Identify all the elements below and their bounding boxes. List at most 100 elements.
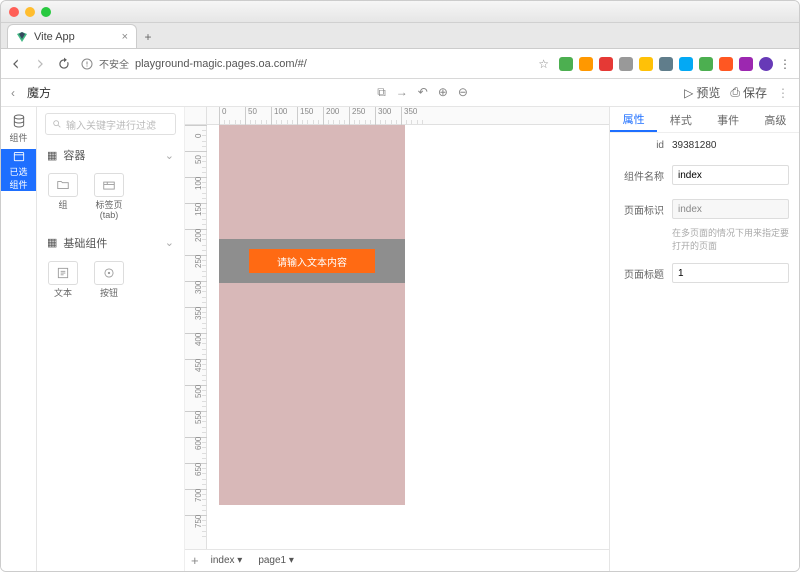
box-icon: [11, 149, 27, 163]
prop-id-label: id: [620, 140, 664, 151]
add-page-button[interactable]: +: [191, 553, 199, 568]
tab-events[interactable]: 事件: [705, 107, 752, 132]
close-window-button[interactable]: [9, 7, 19, 17]
tab-properties[interactable]: 属性: [610, 107, 657, 132]
extension-icon[interactable]: [619, 57, 633, 71]
nav-forward-icon[interactable]: [33, 57, 47, 71]
browser-menu-icon[interactable]: ⋮: [779, 57, 791, 71]
component-library: 输入关键字进行过滤 ▦ 容器 ⌄ 组 标签页 (tab) ▦ 基础组件: [37, 107, 185, 571]
rail-label: 已选 组件: [9, 165, 27, 191]
canvas-tools: ⧉ → ↶ ⊕ ⊖: [377, 85, 468, 100]
rail-selected[interactable]: 已选 组件: [1, 149, 36, 191]
extension-icon[interactable]: [719, 57, 733, 71]
canvas-area: 050100150200250300350 050100150200250300…: [185, 107, 609, 571]
folder-icon: [56, 178, 70, 192]
browser-tabbar: Vite App × +: [1, 23, 799, 49]
minimize-window-button[interactable]: [25, 7, 35, 17]
maximize-window-button[interactable]: [41, 7, 51, 17]
tool-zoomout-icon[interactable]: ⊖: [458, 85, 468, 100]
new-tab-button[interactable]: +: [137, 26, 159, 48]
prop-pagenum-label: 页面标题: [620, 266, 664, 281]
mac-titlebar: [1, 1, 799, 23]
group-header-container[interactable]: ▦ 容器 ⌄: [37, 141, 184, 169]
group-label: 基础组件: [63, 235, 107, 251]
extension-icon[interactable]: [579, 57, 593, 71]
properties-panel: 属性 样式 事件 高级 id 39381280 组件名称 页面标识 在多页面的情…: [609, 107, 799, 571]
tool-undo-icon[interactable]: ↶: [418, 85, 428, 100]
rail-label: 组件: [9, 131, 27, 144]
extension-icon[interactable]: [559, 57, 573, 71]
url-text: playground-magic.pages.oa.com/#/: [135, 58, 307, 70]
tab-title: Vite App: [34, 31, 75, 43]
vite-icon: [16, 31, 28, 43]
tool-forward-icon[interactable]: →: [396, 85, 408, 100]
ruler-corner: [185, 107, 207, 125]
vertical-ruler: 0501001502002503003504004505005506006507…: [185, 125, 207, 549]
text-component[interactable]: 请输入文本内容: [249, 249, 375, 273]
component-group[interactable]: 组: [43, 173, 83, 221]
tool-copy-icon[interactable]: ⧉: [377, 85, 386, 100]
prop-pagekey-label: 页面标识: [620, 202, 664, 217]
grid-icon: ▦: [47, 236, 57, 249]
container-block[interactable]: 请输入文本内容: [219, 239, 405, 283]
page-tab[interactable]: page1 ▾: [254, 553, 298, 568]
group-header-basic[interactable]: ▦ 基础组件 ⌄: [37, 229, 184, 257]
prop-name-input[interactable]: [672, 165, 789, 185]
prop-id-value: 39381280: [672, 140, 789, 151]
left-rail: 组件 已选 组件: [1, 107, 37, 571]
extension-icon[interactable]: [699, 57, 713, 71]
extension-icon[interactable]: [599, 57, 613, 71]
prop-pagekey-hint: 在多页面的情况下用来指定要打开的页面: [610, 226, 799, 256]
database-icon: [11, 113, 27, 129]
extension-icon[interactable]: [659, 57, 673, 71]
browser-tab[interactable]: Vite App ×: [7, 24, 137, 48]
props-tabs: 属性 样式 事件 高级: [610, 107, 799, 133]
tab-style[interactable]: 样式: [657, 107, 704, 132]
page-tab[interactable]: index ▾: [207, 553, 247, 568]
extension-icon[interactable]: [639, 57, 653, 71]
tabs-icon: [102, 178, 116, 192]
prop-pagenum-input[interactable]: [672, 263, 789, 283]
address-bar[interactable]: 不安全 playground-magic.pages.oa.com/#/: [81, 56, 528, 71]
component-button[interactable]: 按钮: [89, 261, 129, 299]
nav-back-icon[interactable]: [9, 57, 23, 71]
tool-zoomin-icon[interactable]: ⊕: [438, 85, 448, 100]
component-label: 组: [58, 201, 67, 211]
bookmark-icon[interactable]: ☆: [538, 57, 549, 71]
page-tabbar: + index ▾ page1 ▾: [185, 549, 609, 571]
component-text[interactable]: 文本: [43, 261, 83, 299]
component-label: 标签页 (tab): [95, 201, 122, 221]
prop-pagekey-input: [672, 199, 789, 219]
search-placeholder: 输入关键字进行过滤: [66, 117, 156, 132]
chevron-down-icon: ⌄: [165, 149, 174, 162]
device-frame[interactable]: 请输入文本内容: [219, 125, 405, 505]
component-label: 按钮: [100, 289, 118, 299]
text-icon: [56, 266, 70, 280]
text-placeholder: 请输入文本内容: [277, 254, 347, 269]
tab-close-icon[interactable]: ×: [122, 31, 128, 43]
button-icon: [102, 266, 116, 280]
group-label: 容器: [63, 147, 85, 163]
browser-urlbar: 不安全 playground-magic.pages.oa.com/#/ ☆ ⋮: [1, 49, 799, 79]
rail-components[interactable]: 组件: [1, 107, 36, 149]
security-label: 不安全: [99, 56, 129, 71]
app-back-icon[interactable]: ‹: [11, 86, 15, 100]
preview-button[interactable]: ▷ 预览: [684, 84, 720, 101]
tab-advanced[interactable]: 高级: [752, 107, 799, 132]
app-topbar: ‹ 魔方 ⧉ → ↶ ⊕ ⊖ ▷ 预览 ⎙ 保存 ⋮: [1, 79, 799, 107]
component-search[interactable]: 输入关键字进行过滤: [45, 113, 176, 135]
extension-icons: ⋮: [559, 57, 791, 71]
grid-icon: ▦: [47, 149, 57, 162]
search-icon: [52, 119, 62, 129]
extension-icon[interactable]: [739, 57, 753, 71]
chevron-down-icon: ⌄: [165, 236, 174, 249]
nav-reload-icon[interactable]: [57, 57, 71, 71]
horizontal-ruler: 050100150200250300350: [207, 107, 609, 125]
component-tabs[interactable]: 标签页 (tab): [89, 173, 129, 221]
overflow-menu-icon[interactable]: ⋮: [777, 84, 789, 101]
insecure-icon: [81, 58, 93, 70]
profile-avatar[interactable]: [759, 57, 773, 71]
save-button[interactable]: ⎙ 保存: [730, 84, 767, 101]
canvas-stage[interactable]: 请输入文本内容: [207, 125, 609, 549]
extension-icon[interactable]: [679, 57, 693, 71]
